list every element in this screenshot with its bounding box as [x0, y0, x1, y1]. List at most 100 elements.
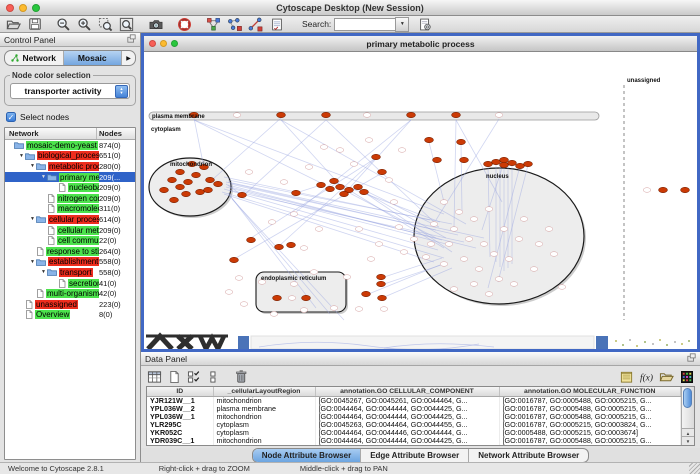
- search-dropdown-arrow-icon[interactable]: ▼: [395, 17, 409, 32]
- close-view-icon[interactable]: [149, 40, 156, 47]
- attribute-matrix-icon[interactable]: [678, 369, 695, 385]
- graph-node[interactable]: [170, 197, 179, 202]
- graph-node[interactable]: [460, 157, 469, 162]
- graph-node[interactable]: [452, 112, 461, 117]
- graph-node[interactable]: [204, 187, 213, 192]
- snapshot-camera-icon[interactable]: [146, 17, 165, 32]
- minimize-view-icon[interactable]: [160, 40, 167, 47]
- vizmapper-icon[interactable]: [204, 17, 223, 32]
- graph-node-unselected[interactable]: [336, 148, 344, 153]
- graph-node-unselected[interactable]: [410, 237, 418, 242]
- graph-node[interactable]: [275, 244, 284, 249]
- graph-node-unselected[interactable]: [450, 287, 458, 292]
- unselect-attributes-icon[interactable]: [206, 369, 223, 385]
- graph-node[interactable]: [317, 182, 326, 187]
- graph-node-unselected[interactable]: [310, 270, 318, 275]
- graph-node[interactable]: [378, 169, 387, 174]
- graph-node-unselected[interactable]: [465, 237, 473, 242]
- graph-node[interactable]: [336, 184, 345, 189]
- scroll-down-icon[interactable]: ▼: [682, 436, 694, 445]
- graph-edge[interactable]: [194, 120, 444, 214]
- graph-node-unselected[interactable]: [290, 212, 298, 217]
- table-row[interactable]: YDR039C__1mitochondrion[GO:0044464, GO:0…: [147, 437, 681, 445]
- graph-node-unselected[interactable]: [440, 200, 448, 205]
- graph-node[interactable]: [425, 137, 434, 142]
- tree-row-multi-organism-pro[interactable]: multi-organism pro42(0): [5, 288, 135, 299]
- graph-node-unselected[interactable]: [485, 292, 493, 297]
- zoom-in-icon[interactable]: [75, 17, 94, 32]
- graph-node-unselected[interactable]: [535, 242, 543, 247]
- close-window-icon[interactable]: [6, 4, 14, 12]
- graph-node-unselected[interactable]: [430, 222, 438, 227]
- graph-node-unselected[interactable]: [485, 207, 493, 212]
- graph-node[interactable]: [407, 112, 416, 117]
- node-color-dropdown[interactable]: transporter activity ▲▼: [10, 83, 130, 99]
- graph-node-unselected[interactable]: [363, 113, 371, 118]
- expand-triangle-icon[interactable]: ▼: [29, 216, 36, 222]
- zoom-view-icon[interactable]: [171, 40, 178, 47]
- graph-node-unselected[interactable]: [225, 290, 233, 295]
- tree-row-establishment-of-lo[interactable]: ▼establishment of lo558(0): [5, 257, 135, 268]
- graph-node-unselected[interactable]: [300, 246, 308, 251]
- graph-node-unselected[interactable]: [268, 220, 276, 225]
- zoom-selected-icon[interactable]: [96, 17, 115, 32]
- graph-node[interactable]: [292, 190, 301, 195]
- graph-node-unselected[interactable]: [320, 145, 328, 150]
- annotation-icon[interactable]: [267, 17, 286, 32]
- zoom-window-icon[interactable]: [32, 4, 40, 12]
- table-scrollbar[interactable]: ▲ ▼: [681, 387, 694, 445]
- graph-node-unselected[interactable]: [460, 257, 468, 262]
- graph-node[interactable]: [516, 163, 525, 168]
- network-canvas[interactable]: plasma membranecytoplasmmitochondrionnuc…: [144, 52, 697, 349]
- graph-node[interactable]: [433, 157, 442, 162]
- graph-node[interactable]: [524, 161, 533, 166]
- tree-row-overview[interactable]: Overview8(0): [5, 310, 135, 321]
- tree-row-unassigned[interactable]: unassigned223(0): [5, 299, 135, 310]
- graph-node[interactable]: [372, 154, 381, 159]
- resize-grip[interactable]: [689, 463, 700, 474]
- graph-node-unselected[interactable]: [330, 306, 338, 311]
- graph-node[interactable]: [184, 179, 193, 184]
- graph-node[interactable]: [230, 257, 239, 262]
- expand-triangle-icon[interactable]: ▼: [40, 174, 47, 180]
- column-header[interactable]: annotation.GO CELLULAR_COMPONENT: [315, 387, 499, 397]
- graph-node-unselected[interactable]: [520, 217, 528, 222]
- open-folder-icon[interactable]: [4, 17, 23, 32]
- tree-row-cell-communicat[interactable]: cell communicat22(0): [5, 235, 135, 246]
- zoom-fit-icon[interactable]: [117, 17, 136, 32]
- zoom-out-icon[interactable]: [54, 17, 73, 32]
- graph-node[interactable]: [302, 295, 311, 300]
- graph-node[interactable]: [176, 184, 185, 189]
- tree-row-secretion[interactable]: secretion41(0): [5, 278, 135, 289]
- import-attributes-icon[interactable]: [658, 369, 675, 385]
- graph-node[interactable]: [160, 187, 169, 192]
- graph-node[interactable]: [247, 237, 256, 242]
- tree-row-nucleobase-[interactable]: nucleobase-209(0): [5, 182, 135, 193]
- graph-node[interactable]: [500, 162, 509, 167]
- graph-node-unselected[interactable]: [343, 275, 351, 280]
- graph-node-unselected[interactable]: [355, 227, 363, 232]
- graph-node-unselected[interactable]: [233, 113, 241, 118]
- float-panel-icon[interactable]: [687, 353, 696, 364]
- graph-node[interactable]: [354, 184, 363, 189]
- tab-edge-attribute-browser[interactable]: Edge Attribute Browser: [361, 449, 469, 462]
- tree-column-network[interactable]: Network: [5, 128, 97, 139]
- graph-node[interactable]: [377, 274, 386, 279]
- graph-node-unselected[interactable]: [490, 252, 498, 257]
- new-attribute-icon[interactable]: [166, 369, 183, 385]
- graph-node[interactable]: [168, 177, 177, 182]
- session-settings-icon[interactable]: [415, 17, 434, 32]
- edit-edges-icon[interactable]: [246, 17, 265, 32]
- graph-node-unselected[interactable]: [300, 308, 308, 313]
- graph-node-unselected[interactable]: [422, 255, 430, 260]
- column-header[interactable]: ID: [147, 387, 213, 397]
- graph-node-unselected[interactable]: [235, 276, 243, 281]
- tab-mosaic[interactable]: Mosaic: [64, 51, 123, 65]
- tree-row-primary-metabo[interactable]: ▼primary metabo209(...: [5, 172, 135, 183]
- graph-node-unselected[interactable]: [400, 250, 408, 255]
- tree-row-cellular-metabo[interactable]: cellular metabo209(0): [5, 225, 135, 236]
- tree-row-macromolecule[interactable]: macromolecule311(0): [5, 204, 135, 215]
- search-input[interactable]: [334, 18, 395, 31]
- region-plasma-membrane[interactable]: [149, 112, 599, 120]
- graph-node[interactable]: [182, 191, 191, 196]
